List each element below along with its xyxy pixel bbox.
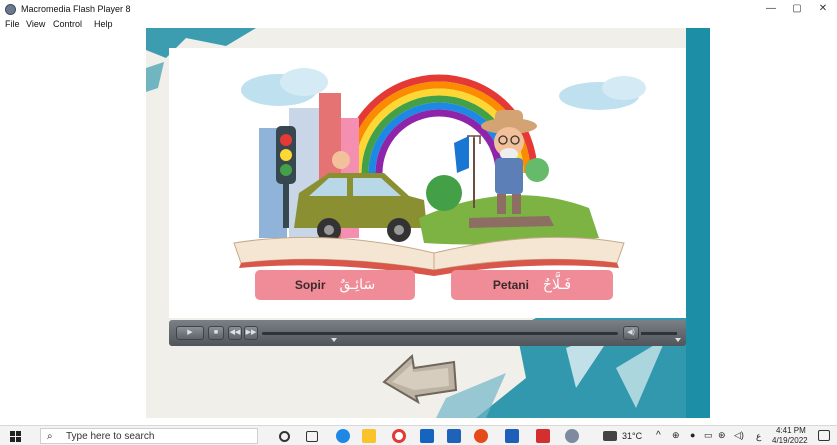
windows-taskbar: ⌕ Type here to search 31°C ^ ⊕ ● ▭ ⊛ ◁) … xyxy=(0,425,837,445)
opera-browser-icon[interactable] xyxy=(392,429,406,443)
input-language[interactable]: ع xyxy=(756,431,761,442)
battery-icon[interactable]: ▭ xyxy=(704,430,713,441)
volume-marker[interactable] xyxy=(675,338,681,342)
mail-icon[interactable] xyxy=(420,429,434,443)
stop-icon: ■ xyxy=(213,329,219,336)
word-arabic-sopir: سَائِـقٌ xyxy=(339,277,376,293)
task-view-icon[interactable] xyxy=(306,431,318,442)
fast-forward-button[interactable]: ▶▶ xyxy=(244,326,258,340)
flash-player-window: Macromedia Flash Player 8 — ▢ ✕ File Vie… xyxy=(0,0,837,445)
acrobat-icon[interactable] xyxy=(536,429,550,443)
search-icon: ⌕ xyxy=(47,431,53,442)
clock-time[interactable]: 4:41 PM xyxy=(776,426,806,435)
lesson-card: Sopir سَائِـقٌ Petani فَـلَّاحٌ xyxy=(169,48,686,318)
word-card-sopir[interactable]: Sopir سَائِـقٌ xyxy=(255,270,415,300)
menu-control[interactable]: Control xyxy=(53,18,82,30)
word-latin-sopir: Sopir xyxy=(294,278,326,292)
volume-track[interactable] xyxy=(641,332,677,335)
play-icon: ▶ xyxy=(187,329,193,336)
notifications-icon[interactable] xyxy=(818,430,830,441)
word-arabic-petani: فَـلَّاحٌ xyxy=(542,277,572,293)
search-placeholder: Type here to search xyxy=(66,431,155,442)
volume-icon: ◀) xyxy=(627,329,635,336)
file-explorer-icon[interactable] xyxy=(362,429,376,443)
word-card-petani[interactable]: Petani فَـلَّاحٌ xyxy=(451,270,613,300)
weather-icon[interactable] xyxy=(603,431,617,441)
word-icon[interactable] xyxy=(505,429,519,443)
network-icon[interactable]: ⊕ xyxy=(672,430,680,441)
speaker-icon[interactable]: ◁) xyxy=(734,430,744,441)
rewind-icon: ◀◀ xyxy=(229,329,241,336)
restore-button[interactable]: ▢ xyxy=(786,2,808,16)
menu-file[interactable]: File xyxy=(5,18,20,30)
minimize-button[interactable]: — xyxy=(760,2,782,16)
lync-icon[interactable] xyxy=(447,429,461,443)
word-latin-petani: Petani xyxy=(492,278,529,292)
flash-player-taskbar-icon[interactable] xyxy=(565,429,579,443)
progress-marker[interactable] xyxy=(331,338,337,342)
temperature: 31°C xyxy=(622,431,643,441)
clock-date[interactable]: 4/19/2022 xyxy=(772,436,808,445)
rewind-button[interactable]: ◀◀ xyxy=(228,326,242,340)
menu-help[interactable]: Help xyxy=(94,18,113,30)
mic-icon[interactable]: ● xyxy=(690,430,695,440)
fast-forward-icon: ▶▶ xyxy=(245,329,257,336)
close-button[interactable]: ✕ xyxy=(812,2,834,16)
title-bar: Macromedia Flash Player 8 — ▢ ✕ xyxy=(0,0,837,19)
powerpoint-icon[interactable] xyxy=(474,429,488,443)
edge-browser-icon[interactable] xyxy=(336,429,350,443)
volume-button[interactable]: ◀) xyxy=(623,326,639,340)
flash-app-icon xyxy=(5,4,16,15)
window-title: Macromedia Flash Player 8 xyxy=(21,4,131,14)
menu-view[interactable]: View xyxy=(26,18,45,30)
windows-start-icon[interactable] xyxy=(10,431,21,442)
taskbar-search-box[interactable]: ⌕ Type here to search xyxy=(40,428,258,444)
cortana-icon[interactable] xyxy=(279,431,290,442)
play-button[interactable]: ▶ xyxy=(176,326,204,340)
globe-icon[interactable]: ⊛ xyxy=(718,430,726,441)
progress-track[interactable] xyxy=(262,332,618,335)
chevron-up-icon[interactable]: ^ xyxy=(656,430,661,441)
back-arrow-button[interactable] xyxy=(382,352,458,404)
stop-button[interactable]: ■ xyxy=(208,326,224,340)
